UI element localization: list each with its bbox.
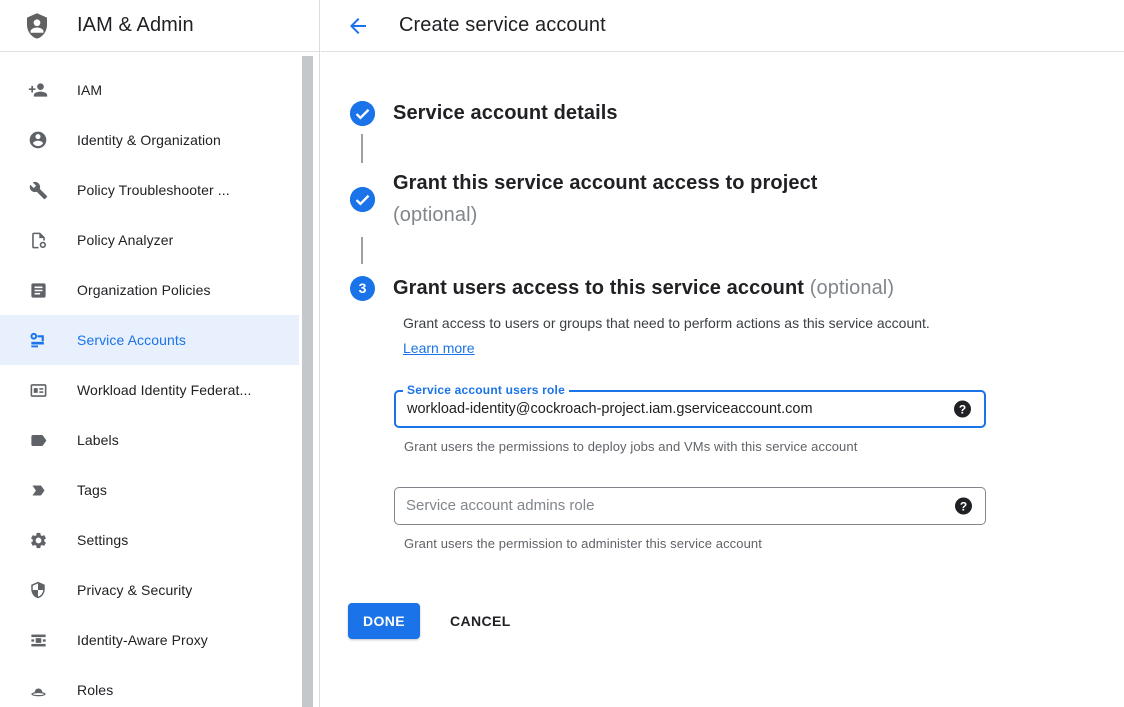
step-3-optional-label: (optional) [810,277,894,299]
sidebar-nav: IAM Identity & Organization Policy Troub… [0,52,319,707]
step-3-row: 3 Grant users access to this service acc… [350,272,894,304]
step-2-complete-check-icon [350,187,375,212]
sidebar-item-policy-analyzer[interactable]: Policy Analyzer [0,215,299,265]
main-panel: Create service account Service account d… [321,0,1124,707]
sidebar-item-iam[interactable]: IAM [0,65,299,115]
sidebar-item-label: Service Accounts [77,332,186,348]
step-3-title-text: Grant users access to this service accou… [393,277,804,299]
admins-role-input[interactable] [395,488,985,524]
page-title: Create service account [399,14,606,37]
proxy-icon [28,630,48,650]
cancel-button[interactable]: CANCEL [450,613,511,629]
sidebar-item-label: IAM [77,82,102,98]
sidebar-item-service-accounts[interactable]: Service Accounts [0,315,299,365]
step-1-title: Service account details [393,97,618,129]
users-role-field-container: Service account users role ? [394,390,986,428]
help-icon[interactable]: ? [955,498,972,515]
sidebar-item-label: Identity-Aware Proxy [77,632,208,648]
done-button[interactable]: DONE [348,603,420,639]
step-2-title-text: Grant this service account access to pro… [393,172,818,194]
page-header: Create service account [321,0,1124,52]
step-connector [361,134,363,163]
sidebar-item-policy-troubleshooter[interactable]: Policy Troubleshooter ... [0,165,299,215]
step-2-optional-label: (optional) [393,204,477,226]
policy-analyzer-icon [28,230,48,250]
sidebar-item-labels[interactable]: Labels [0,415,299,465]
tag-arrow-icon [28,480,48,500]
sidebar-item-privacy-security[interactable]: Privacy & Security [0,565,299,615]
sidebar-item-label: Labels [77,432,119,448]
step-connector [361,237,363,264]
sidebar-item-label: Policy Troubleshooter ... [77,182,230,198]
iam-shield-icon [22,11,52,41]
document-icon [28,280,48,300]
step-2-title: Grant this service account access to pro… [393,167,818,231]
step-3-description-text: Grant access to users or groups that nee… [403,315,930,331]
sidebar-item-tags[interactable]: Tags [0,465,299,515]
gear-icon [28,530,48,550]
sidebar-item-roles[interactable]: Roles [0,665,299,707]
sidebar-item-identity-organization[interactable]: Identity & Organization [0,115,299,165]
sidebar-scrollbar[interactable] [302,56,313,707]
iam-admin-console: IAM & Admin IAM Identity & Organization [0,0,1124,707]
sidebar: IAM & Admin IAM Identity & Organization [0,0,320,707]
sidebar-item-label: Identity & Organization [77,132,221,148]
users-role-field-label: Service account users role [403,383,569,397]
sidebar-item-label: Settings [77,532,128,548]
sidebar-item-label: Workload Identity Federat... [77,382,252,398]
back-arrow-icon[interactable] [346,14,370,38]
sidebar-item-settings[interactable]: Settings [0,515,299,565]
sidebar-item-label: Roles [77,682,113,698]
admins-role-field-container: ? [394,487,986,525]
account-circle-icon [28,130,48,150]
step-3-number: 3 [359,280,367,296]
step-3-title: Grant users access to this service accou… [393,272,894,304]
sidebar-item-label: Organization Policies [77,282,211,298]
sidebar-item-organization-policies[interactable]: Organization Policies [0,265,299,315]
step-1-complete-check-icon [350,101,375,126]
sidebar-item-label: Tags [77,482,107,498]
sidebar-item-identity-aware-proxy[interactable]: Identity-Aware Proxy [0,615,299,665]
step-3-description: Grant access to users or groups that nee… [403,311,951,361]
service-account-icon [28,330,48,350]
sidebar-title: IAM & Admin [77,14,194,37]
form-actions: DONE CANCEL [348,603,511,639]
learn-more-link[interactable]: Learn more [403,340,475,356]
sidebar-item-label: Privacy & Security [77,582,192,598]
admins-role-helper-text: Grant users the permission to administer… [404,536,762,551]
step-2-row: Grant this service account access to pro… [350,167,818,231]
wrench-icon [28,180,48,200]
help-icon[interactable]: ? [954,401,971,418]
badge-card-icon [28,380,48,400]
step-1-row: Service account details [350,97,618,129]
sidebar-header: IAM & Admin [0,0,319,52]
hat-icon [28,680,48,700]
label-icon [28,430,48,450]
users-role-input[interactable] [396,392,984,426]
sidebar-item-workload-identity-federation[interactable]: Workload Identity Federat... [0,365,299,415]
sidebar-item-label: Policy Analyzer [77,232,173,248]
users-role-helper-text: Grant users the permissions to deploy jo… [404,439,857,454]
person-add-icon [28,80,48,100]
step-3-number-badge: 3 [350,276,375,301]
shield-half-icon [28,580,48,600]
